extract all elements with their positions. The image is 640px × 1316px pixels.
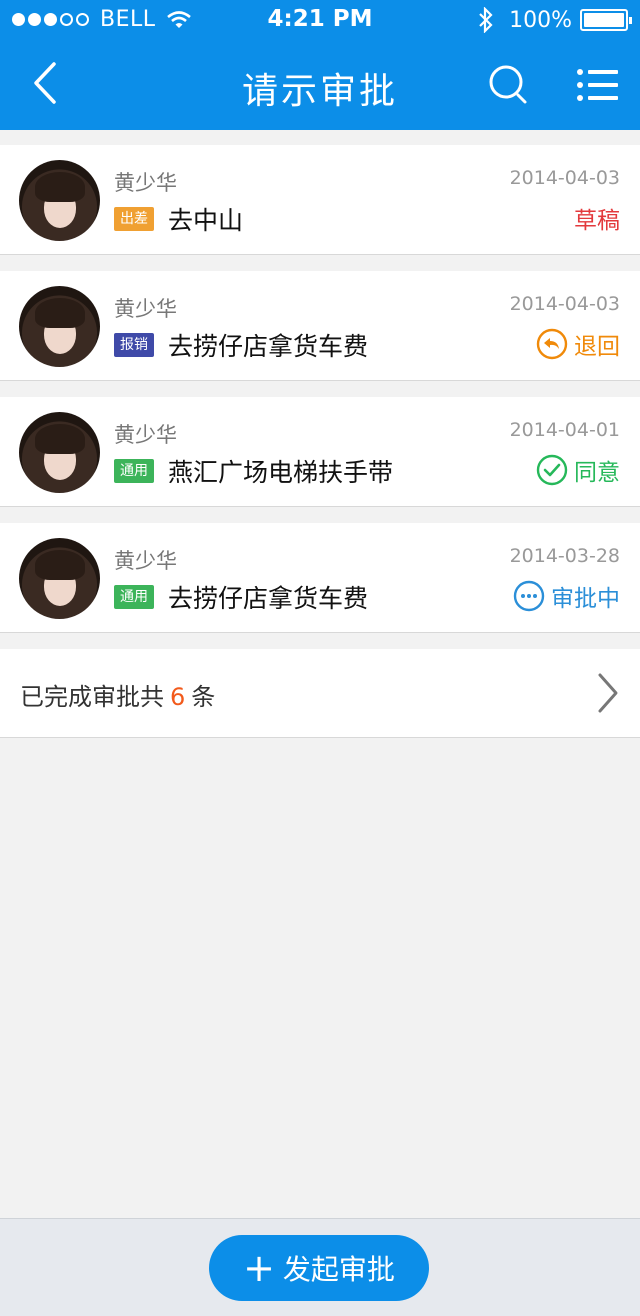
list-item[interactable]: 黄少华 2014-04-01 通用 燕汇广场电梯扶手带 同意 [0, 397, 640, 507]
chevron-right-icon [598, 673, 618, 713]
status-label: 退回 [574, 334, 620, 360]
avatar [19, 286, 100, 367]
bottom-bar: + 发起审批 [0, 1218, 640, 1316]
status-badge: 草稿 [574, 201, 620, 235]
status-label: 同意 [574, 460, 620, 486]
request-date: 2014-04-03 [509, 167, 620, 189]
new-approval-label: 发起审批 [282, 1253, 395, 1286]
applicant-name: 黄少华 [114, 423, 177, 447]
menu-icon [577, 69, 618, 101]
completed-summary: 已完成审批共 6 条 [20, 677, 215, 712]
status-badge: 审批中 [513, 579, 620, 613]
avatar [19, 160, 100, 241]
completed-prefix: 已完成审批共 [20, 683, 164, 711]
category-tag: 通用 [114, 585, 154, 609]
new-approval-button[interactable]: + 发起审批 [209, 1235, 429, 1301]
status-right: 100% [477, 7, 632, 33]
status-badge: 同意 [536, 453, 620, 487]
completed-suffix: 条 [191, 683, 216, 711]
applicant-name: 黄少华 [114, 549, 177, 573]
completed-count: 6 [170, 683, 186, 711]
category-tag: 报销 [114, 333, 154, 357]
avatar [19, 538, 100, 619]
status-bar: BELL 4:21 PM 100% [0, 0, 640, 40]
battery-percent: 100% [509, 7, 572, 33]
status-label: 审批中 [551, 586, 620, 612]
approval-list: 黄少华 2014-04-03 出差 去中山 草稿 黄少华 2014-04-03 … [0, 145, 640, 649]
header: BELL 4:21 PM 100% 请示审批 [0, 0, 640, 130]
request-subject: 去捞仔店拿货车费 [168, 584, 369, 613]
check-circle-icon [536, 454, 568, 486]
page-title: 请示审批 [241, 71, 398, 112]
list-item[interactable]: 黄少华 2014-04-03 出差 去中山 草稿 [0, 145, 640, 255]
request-subject: 燕汇广场电梯扶手带 [168, 458, 394, 487]
more-circle-icon [513, 580, 545, 612]
applicant-name: 黄少华 [114, 171, 177, 195]
return-icon [536, 328, 568, 360]
battery-icon [580, 9, 632, 31]
request-date: 2014-03-28 [509, 545, 620, 567]
applicant-name: 黄少华 [114, 297, 177, 321]
status-badge: 退回 [536, 327, 620, 361]
list-item[interactable]: 黄少华 2014-03-28 通用 去捞仔店拿货车费 审批中 [0, 523, 640, 633]
status-label: 草稿 [574, 208, 620, 234]
request-subject: 去中山 [168, 206, 244, 235]
menu-button[interactable] [574, 66, 622, 104]
search-icon [489, 65, 527, 104]
nav-bar: 请示审批 [0, 40, 640, 130]
request-subject: 去捞仔店拿货车费 [168, 332, 369, 361]
list-item[interactable]: 黄少华 2014-04-03 报销 去捞仔店拿货车费 退回 [0, 271, 640, 381]
category-tag: 出差 [114, 207, 154, 231]
avatar [19, 412, 100, 493]
completed-approvals-row[interactable]: 已完成审批共 6 条 [0, 649, 640, 738]
plus-icon: + [243, 1246, 275, 1290]
request-date: 2014-04-01 [509, 419, 620, 441]
bluetooth-icon [479, 7, 493, 33]
category-tag: 通用 [114, 459, 154, 483]
request-date: 2014-04-03 [509, 293, 620, 315]
search-button[interactable] [486, 62, 532, 108]
